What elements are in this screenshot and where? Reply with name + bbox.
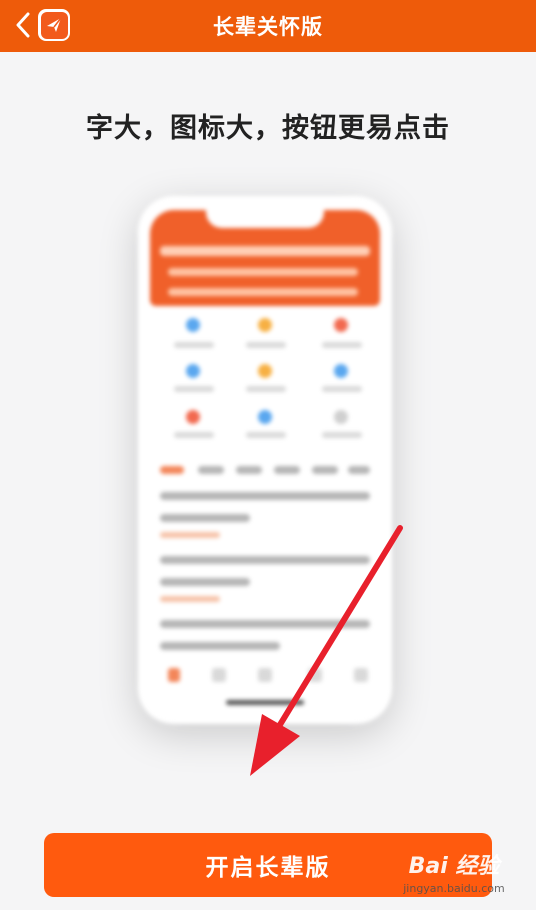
back-button[interactable] bbox=[10, 10, 36, 40]
top-bar: 长辈关怀版 bbox=[0, 0, 536, 52]
app-logo-icon bbox=[38, 9, 70, 41]
watermark-brand: Bai 经验 bbox=[408, 854, 500, 879]
phone-preview-image bbox=[138, 196, 392, 724]
watermark-url: jingyan.baidu.com bbox=[403, 882, 505, 895]
chevron-left-icon bbox=[16, 12, 30, 38]
page-title: 长辈关怀版 bbox=[213, 15, 323, 39]
feature-headline: 字大，图标大，按钮更易点击 bbox=[86, 113, 450, 144]
baidu-jingyan-watermark: Bai 经验 jingyan.baidu.com bbox=[394, 848, 514, 898]
